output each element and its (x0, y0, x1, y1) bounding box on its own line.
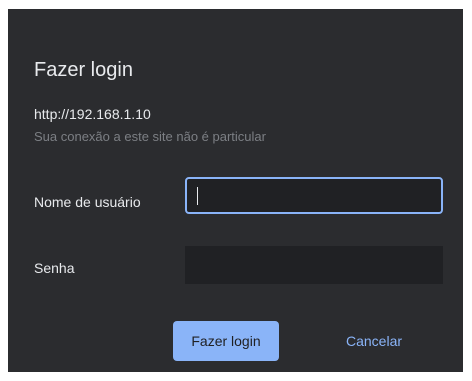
password-input[interactable] (185, 246, 443, 284)
connection-warning: Sua conexão a este site não é particular (34, 129, 266, 144)
login-button[interactable]: Fazer login (173, 321, 279, 361)
dialog-title: Fazer login (34, 59, 133, 81)
login-dialog: Fazer login http://192.168.1.10 Sua cone… (8, 9, 463, 372)
cancel-button[interactable]: Cancelar (328, 321, 420, 361)
username-label: Nome de usuário (34, 194, 141, 210)
site-url: http://192.168.1.10 (34, 106, 151, 122)
password-label: Senha (34, 260, 75, 276)
text-caret (197, 187, 198, 205)
username-input[interactable] (185, 177, 443, 214)
